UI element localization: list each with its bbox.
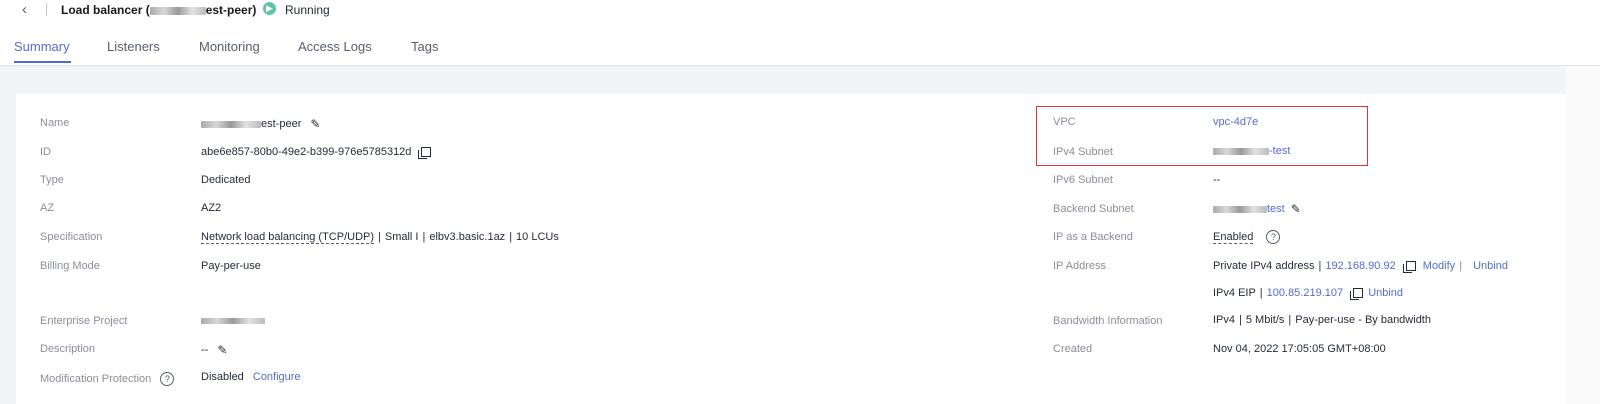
help-icon[interactable]: ? (160, 372, 175, 386)
active-tab-indicator (14, 61, 71, 63)
id-label: ID (40, 146, 51, 158)
modification-protection-value: Disabled Configure (201, 371, 301, 383)
spec-type-link[interactable]: Network load balancing (TCP/UDP) (201, 231, 375, 244)
help-icon[interactable]: ? (1266, 230, 1281, 244)
eip-address: 100.85.219.107 (1266, 287, 1344, 299)
unbind-ipv4-link[interactable]: Unbind (1473, 260, 1508, 272)
id-text: abe6e857-80b0-49e2-b399-976e5785312d (201, 146, 412, 158)
scrollbar[interactable] (1566, 66, 1600, 404)
copy-icon[interactable] (1402, 261, 1416, 274)
divider (46, 3, 47, 16)
created-label: Created (1053, 343, 1093, 355)
description-text: -- (201, 343, 209, 356)
ipv4-subnet-suffix: -test (1269, 145, 1291, 157)
redacted-subnet-image (1213, 205, 1267, 213)
redacted-subnet-image (1213, 147, 1269, 155)
created-value: Nov 04, 2022 17:05:05 GMT+08:00 (1213, 343, 1386, 355)
ip-as-backend-status: Enabled (1213, 230, 1254, 244)
bandwidth-rate: 5 Mbit/s (1245, 314, 1285, 326)
vpc-link[interactable]: vpc-4d7e (1213, 116, 1258, 128)
private-ipv4-label: Private IPv4 address (1213, 260, 1315, 272)
az-label: AZ (40, 202, 55, 214)
eip-value: IPv4 EIP | 100.85.219.107 Unbind (1213, 287, 1404, 301)
bandwidth-billing: Pay-per-use - By bandwidth (1295, 314, 1431, 326)
modification-protection-text: Modification Protection (40, 372, 152, 385)
name-label: Name (40, 117, 70, 129)
status-badge: Running (285, 3, 330, 17)
chevron-left-icon[interactable]: ‹ (22, 1, 27, 18)
edit-icon[interactable]: ✎ (1291, 202, 1301, 216)
type-label: Type (40, 174, 64, 186)
billing-mode-value: Pay-per-use (201, 260, 261, 272)
ipv4-subnet-label: IPv4 Subnet (1053, 146, 1113, 158)
modification-protection-label: Modification Protection ? (40, 372, 175, 386)
copy-icon[interactable] (418, 147, 432, 160)
configure-link[interactable]: Configure (253, 371, 301, 383)
type-value: Dedicated (201, 174, 251, 186)
tab-bar: Summary Listeners Monitoring Access Logs… (0, 30, 1600, 66)
spec-size: Small I (384, 231, 419, 243)
name-value: est-peer ✎ (201, 117, 320, 131)
ipv6-subnet-label: IPv6 Subnet (1053, 174, 1113, 186)
backend-subnet-link[interactable]: test (1213, 203, 1285, 215)
ipv4-subnet-link[interactable]: -test (1213, 145, 1290, 157)
enterprise-project-label: Enterprise Project (40, 315, 128, 327)
header-bar: ‹ Load balancer ( est-peer) ▶ Running (0, 0, 1600, 20)
title-prefix: Load balancer ( (61, 3, 150, 17)
edit-icon[interactable]: ✎ (310, 117, 320, 131)
redacted-project-image (201, 318, 265, 325)
tab-tags[interactable]: Tags (411, 39, 438, 54)
running-status-icon: ▶ (263, 2, 276, 15)
tab-listeners[interactable]: Listeners (107, 39, 160, 54)
name-suffix: est-peer (261, 117, 302, 130)
specification-value: Network load balancing (TCP/UDP) | Small I… (201, 231, 559, 244)
modification-protection-status: Disabled (201, 371, 244, 383)
ip-as-backend-label: IP as a Backend (1053, 231, 1133, 243)
tab-monitoring[interactable]: Monitoring (199, 39, 260, 54)
backend-subnet-value: test ✎ (1213, 202, 1301, 216)
spec-lcu: 10 LCUs (516, 231, 559, 243)
ipv6-subnet-value: -- (1213, 174, 1221, 186)
private-ipv4-value: 192.168.90.92 (1325, 260, 1396, 272)
backend-subnet-suffix: test (1267, 202, 1285, 215)
page-title: Load balancer ( est-peer) (61, 3, 256, 17)
ip-address-value: Private IPv4 address | 192.168.90.92 Modif… (1213, 260, 1508, 274)
redacted-name-image (149, 6, 206, 15)
tab-access-logs[interactable]: Access Logs (298, 39, 372, 54)
vpc-label: VPC (1053, 116, 1076, 128)
description-value: -- ✎ (201, 343, 227, 357)
specification-label: Specification (40, 231, 103, 243)
bandwidth-label: Bandwidth Information (1053, 315, 1163, 327)
description-label: Description (40, 343, 96, 355)
modify-link[interactable]: Modify (1423, 260, 1455, 272)
az-value: AZ2 (201, 202, 222, 214)
backend-subnet-label: Backend Subnet (1053, 203, 1134, 215)
bandwidth-value: IPv4 | 5 Mbit/s | Pay-per-use - By bandwidth (1213, 314, 1431, 326)
enterprise-project-value[interactable] (201, 315, 265, 327)
eip-label: IPv4 EIP (1213, 287, 1256, 299)
id-value: abe6e857-80b0-49e2-b399-976e5785312d (201, 146, 432, 160)
ip-address-label: IP Address (1053, 260, 1106, 272)
copy-icon[interactable] (1350, 288, 1364, 301)
spec-flavor: elbv3.basic.1az (429, 231, 506, 243)
billing-mode-label: Billing Mode (40, 260, 100, 272)
title-suffix: est-peer) (205, 3, 257, 17)
bandwidth-protocol: IPv4 (1213, 314, 1236, 326)
tab-summary[interactable]: Summary (14, 39, 70, 54)
redacted-name-image (201, 120, 261, 128)
unbind-eip-link[interactable]: Unbind (1368, 287, 1403, 299)
edit-icon[interactable]: ✎ (217, 343, 227, 357)
ip-as-backend-value: Enabled ? (1213, 230, 1281, 244)
